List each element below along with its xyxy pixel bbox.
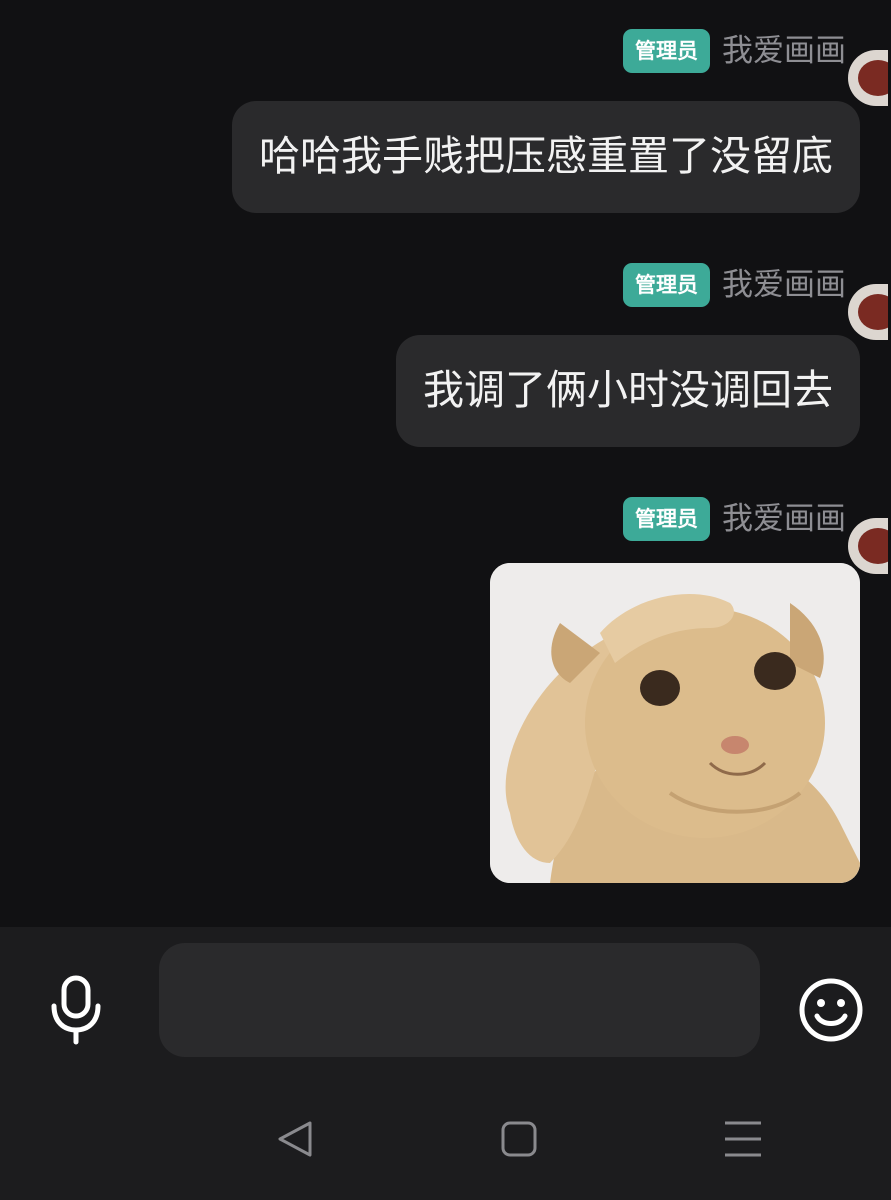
- message-header: 管理员 我爱画画: [160, 496, 860, 542]
- message-bubble[interactable]: 哈哈我手贱把压感重置了没留底: [232, 101, 860, 213]
- emoji-button[interactable]: [798, 977, 864, 1043]
- nav-home-button[interactable]: [497, 1117, 541, 1161]
- chat-screen: 管理员 我爱画画 哈哈我手贱把压感重置了没留底 管理员 我爱画画 我调了俩小时没…: [0, 0, 891, 1200]
- message-item: 管理员 我爱画画 我调了俩小时没调回去: [160, 262, 888, 447]
- message-input-bar: [0, 927, 891, 1087]
- message-bubble[interactable]: 我调了俩小时没调回去: [396, 335, 860, 447]
- triangle-back-icon: [278, 1121, 312, 1157]
- three-lines-menu-icon: [725, 1121, 761, 1157]
- admin-badge: 管理员: [623, 263, 710, 307]
- message-header: 管理员 我爱画画: [160, 262, 860, 308]
- nav-menu-button[interactable]: [721, 1117, 765, 1161]
- square-home-icon: [501, 1121, 537, 1157]
- message-header: 管理员 我爱画画: [160, 28, 860, 74]
- sticker-image[interactable]: [490, 563, 860, 883]
- nav-back-button[interactable]: [274, 1117, 318, 1161]
- voice-input-button[interactable]: [44, 974, 108, 1046]
- sender-name[interactable]: 我爱画画: [722, 263, 846, 307]
- system-navigation-bar: [0, 1087, 891, 1200]
- admin-badge: 管理员: [623, 497, 710, 541]
- message-item: 管理员 我爱画画: [160, 496, 888, 883]
- admin-badge: 管理员: [623, 29, 710, 73]
- message-input[interactable]: [159, 943, 760, 1057]
- smiley-icon: [799, 978, 863, 1042]
- cat-meme-sticker: [490, 563, 860, 883]
- message-item: 管理员 我爱画画 哈哈我手贱把压感重置了没留底: [160, 28, 888, 213]
- sender-name[interactable]: 我爱画画: [722, 29, 846, 73]
- microphone-icon: [51, 975, 101, 1045]
- sender-name[interactable]: 我爱画画: [722, 497, 846, 541]
